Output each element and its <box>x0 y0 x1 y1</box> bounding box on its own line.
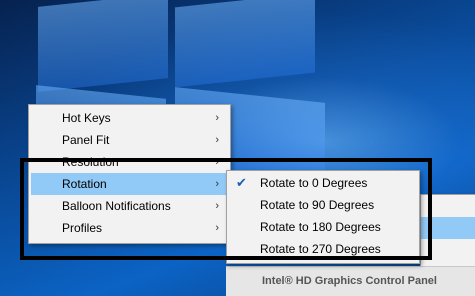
submenu-arrow-icon: › <box>215 134 219 146</box>
tray-menu-footer[interactable]: Intel® HD Graphics Control Panel <box>226 266 475 296</box>
control-panel-label: Intel® HD Graphics Control Panel <box>262 275 437 287</box>
windows-logo-pane <box>38 0 168 92</box>
menu-item-label: Hot Keys <box>62 111 111 125</box>
windows-logo-pane <box>175 0 315 88</box>
submenu-arrow-icon: › <box>215 112 219 124</box>
menu-item-panel-fit[interactable]: Panel Fit › <box>31 129 228 151</box>
menu-item-hot-keys[interactable]: Hot Keys › <box>31 107 228 129</box>
annotation-highlight-frame <box>20 158 432 260</box>
menu-item-label: Panel Fit <box>62 133 110 147</box>
